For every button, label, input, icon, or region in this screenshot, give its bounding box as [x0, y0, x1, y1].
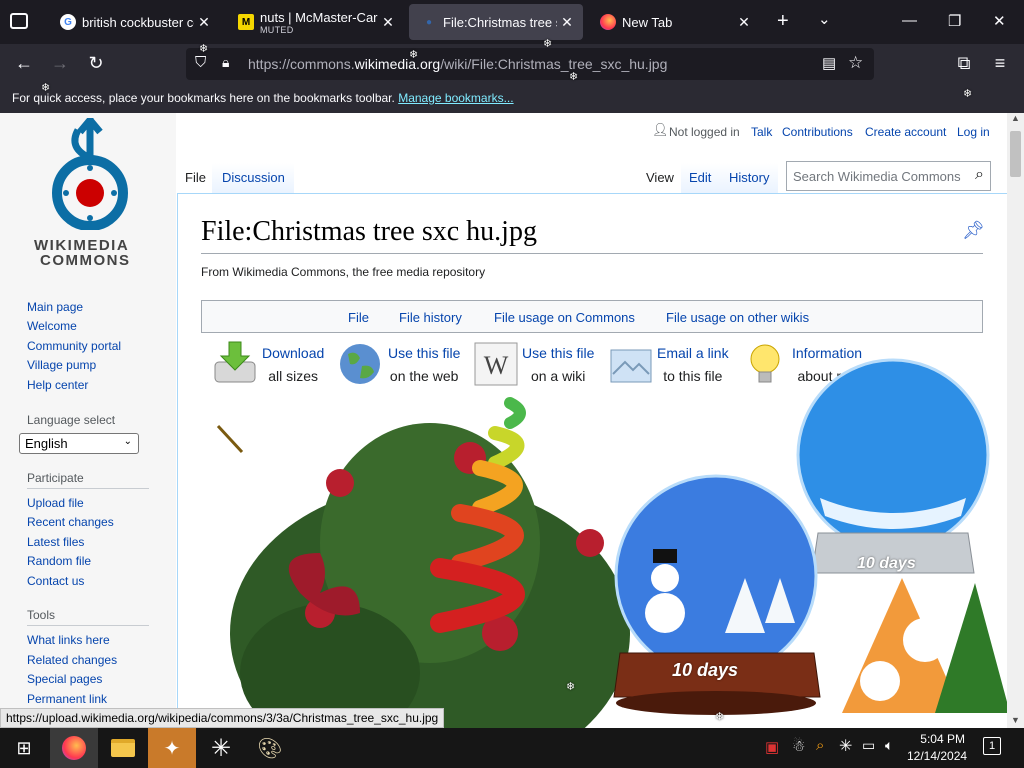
scroll-up-icon[interactable]: ▲ — [1011, 113, 1020, 123]
network-icon[interactable]: ▭ — [862, 737, 875, 754]
google-icon: G — [60, 14, 76, 30]
tab-label: File:Christmas tree sxc — [443, 14, 557, 30]
snowflake-app-icon[interactable]: ✳ — [197, 728, 245, 768]
manage-bookmarks-link[interactable]: Manage bookmarks... — [398, 91, 513, 105]
tab-mcmaster[interactable]: M nuts | McMaster-Carr MUTED ✕ — [226, 4, 404, 40]
tray-snowman-icon[interactable]: ☃ — [792, 737, 805, 755]
minimize-button[interactable]: — — [902, 12, 917, 29]
tab-list-icon[interactable] — [10, 13, 28, 29]
tray-app-icon[interactable]: ▣ — [765, 738, 779, 756]
muted-label: MUTED — [260, 25, 294, 35]
snowflake-icon: ❄ — [199, 43, 209, 55]
list-all-tabs-chevron-icon[interactable]: ⌄ — [818, 10, 831, 28]
forward-arrow-icon[interactable]: → — [49, 53, 71, 74]
web-page: WIKIMEDIA COMMONS Main page Welcome Comm… — [0, 113, 1007, 728]
snowflake-icon: ❄ — [409, 49, 419, 61]
bookmarks-hint: For quick access, place your bookmarks h… — [12, 91, 395, 105]
tab-label: nuts | McMaster-Carr — [260, 9, 378, 25]
wikimedia-icon: ● — [425, 16, 433, 28]
tab-google[interactable]: G british cockbuster com ✕ — [48, 4, 220, 40]
christmas-decoration-overlay — [216, 358, 1007, 728]
paint-icon[interactable]: 🎨︎ — [246, 728, 294, 768]
lock-icon[interactable]: 🔒︎ — [222, 54, 229, 71]
bookmark-star-icon[interactable]: ☆ — [848, 53, 863, 73]
close-window-button[interactable]: ✕ — [993, 12, 1006, 30]
snowflake-icon: ❄ — [566, 681, 576, 693]
shield-icon[interactable]: ⛉ — [195, 54, 206, 71]
back-arrow-icon[interactable]: ← — [13, 53, 35, 74]
clock-date[interactable]: 12/14/2024 — [907, 749, 967, 763]
app-icon[interactable]: ✦ — [148, 728, 196, 768]
taskbar: ⊞ ✦ ✳ 🎨︎ ▣ ☃ ⌕ ✳ ▭ 🔈︎ 5:04 PM 12/14/2024… — [0, 728, 1024, 768]
reload-icon[interactable]: ↻ — [85, 53, 107, 74]
tab-wikimedia[interactable]: ● File:Christmas tree sxc ✕ — [409, 4, 583, 40]
firefox-taskbar-icon[interactable] — [50, 728, 98, 768]
snow-globe-label: 10 days — [857, 555, 916, 572]
extensions-icon[interactable]: ⧉ — [953, 53, 975, 74]
tab-label: british cockbuster com — [82, 14, 194, 30]
snow-globe-label: 10 days — [672, 660, 739, 680]
new-tab-button[interactable]: + — [777, 10, 789, 33]
tray-snowflake-icon[interactable]: ✳ — [839, 736, 852, 756]
scrollbar[interactable]: ▲ ▼ — [1007, 113, 1024, 728]
file-explorer-icon[interactable] — [99, 728, 147, 768]
tab-label: New Tab — [622, 14, 673, 30]
snowflake-icon: ❄ — [715, 711, 725, 723]
windows-start-icon[interactable]: ⊞ — [0, 728, 48, 768]
url-bar[interactable]: ⛉ 🔒︎ https://commons.wikimedia.org/wiki/… — [186, 48, 874, 80]
bookmarks-toolbar: For quick access, place your bookmarks h… — [0, 84, 1024, 113]
close-icon[interactable]: ✕ — [194, 14, 214, 31]
close-icon[interactable]: ✕ — [378, 14, 398, 31]
tab-new-tab[interactable]: New Tab ✕ — [588, 4, 760, 40]
navigation-toolbar: ← → ↻ ⛉ 🔒︎ https://commons.wikimedia.org… — [0, 44, 1024, 84]
scrollbar-thumb[interactable] — [1010, 131, 1021, 177]
firefox-icon — [600, 14, 616, 30]
url-text[interactable]: https://commons.wikimedia.org/wiki/File:… — [248, 56, 667, 72]
url-domain: wikimedia.org — [354, 56, 441, 72]
clock-time[interactable]: 5:04 PM — [917, 732, 965, 746]
notification-icon[interactable]: 1 — [983, 737, 1001, 755]
url-prefix: https://commons. — [248, 56, 355, 72]
snowflake-icon: ❄ — [543, 38, 553, 50]
snowflake-icon: ❄ — [963, 88, 973, 100]
volume-muted-icon[interactable]: 🔈︎ — [885, 737, 893, 754]
maximize-button[interactable]: ❐ — [948, 12, 961, 30]
tray-search-icon[interactable]: ⌕ — [816, 737, 824, 754]
menu-icon[interactable]: ≡ — [989, 53, 1011, 74]
scroll-down-icon[interactable]: ▼ — [1011, 715, 1020, 725]
close-icon[interactable]: ✕ — [557, 14, 577, 31]
mcmaster-icon: M — [238, 14, 254, 30]
close-icon[interactable]: ✕ — [734, 14, 754, 31]
tab-bar: G british cockbuster com ✕ M nuts | McMa… — [0, 0, 1024, 44]
snowflake-icon: ❄ — [41, 82, 51, 94]
snowflake-icon: ❄ — [569, 71, 579, 83]
reader-view-icon[interactable]: ▤ — [822, 54, 836, 72]
url-path: /wiki/File:Christmas_tree_sxc_hu.jpg — [440, 56, 668, 72]
status-bar: https://upload.wikimedia.org/wikipedia/c… — [0, 708, 445, 728]
